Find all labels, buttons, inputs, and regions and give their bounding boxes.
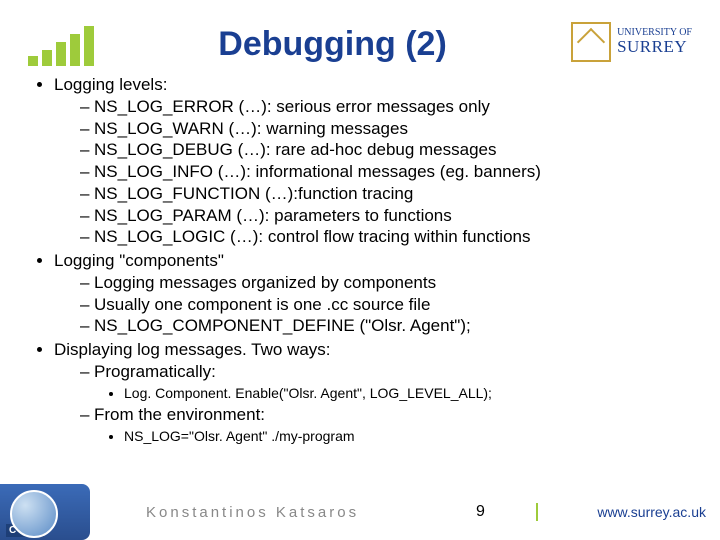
bars-icon (28, 26, 94, 66)
bullet-logging-levels: Logging levels: (54, 75, 167, 94)
author-name: Konstantinos Katsaros (106, 504, 476, 521)
page-number: 9 (476, 503, 536, 521)
footer-url: www.surrey.ac.uk (546, 504, 720, 520)
component-item: Usually one component is one .cc source … (80, 294, 692, 316)
level-item: NS_LOG_DEBUG (…): rare ad-hoc debug mess… (80, 139, 692, 161)
level-item: NS_LOG_ERROR (…): serious error messages… (80, 96, 692, 118)
slide-content: Logging levels: NS_LOG_ERROR (…): seriou… (28, 74, 692, 446)
level-item: NS_LOG_WARN (…): warning messages (80, 118, 692, 140)
university-name: SURREY (617, 38, 692, 56)
display-programmatically-sub: Log. Component. Enable("Olsr. Agent", LO… (124, 385, 692, 403)
slide-title: Debugging (2) (94, 25, 571, 64)
level-item: NS_LOG_INFO (…): informational messages … (80, 161, 692, 183)
stag-icon (571, 22, 611, 62)
level-item: NS_LOG_LOGIC (…): control flow tracing w… (80, 226, 692, 248)
globe-icon: CCSR (0, 484, 90, 540)
level-item: NS_LOG_PARAM (…): parameters to function… (80, 205, 692, 227)
bullet-displaying: Displaying log messages. Two ways: (54, 340, 331, 359)
level-item: NS_LOG_FUNCTION (…):function tracing (80, 183, 692, 205)
slide-header: Debugging (2) UNIVERSITY OF SURREY (28, 18, 692, 66)
slide-footer: CCSR Konstantinos Katsaros 9 www.surrey.… (0, 484, 720, 540)
separator-icon (536, 503, 538, 521)
component-item: Logging messages organized by components (80, 272, 692, 294)
ccsr-badge: CCSR (6, 524, 44, 537)
display-environment: From the environment: (94, 405, 265, 424)
university-logo: UNIVERSITY OF SURREY (571, 22, 692, 62)
component-item: NS_LOG_COMPONENT_DEFINE ("Olsr. Agent"); (80, 315, 692, 337)
slide: Debugging (2) UNIVERSITY OF SURREY Loggi… (0, 0, 720, 540)
bullet-logging-components: Logging "components" (54, 251, 224, 270)
display-environment-sub: NS_LOG="Olsr. Agent" ./my-program (124, 428, 692, 446)
display-programmatically: Programatically: (94, 362, 216, 381)
